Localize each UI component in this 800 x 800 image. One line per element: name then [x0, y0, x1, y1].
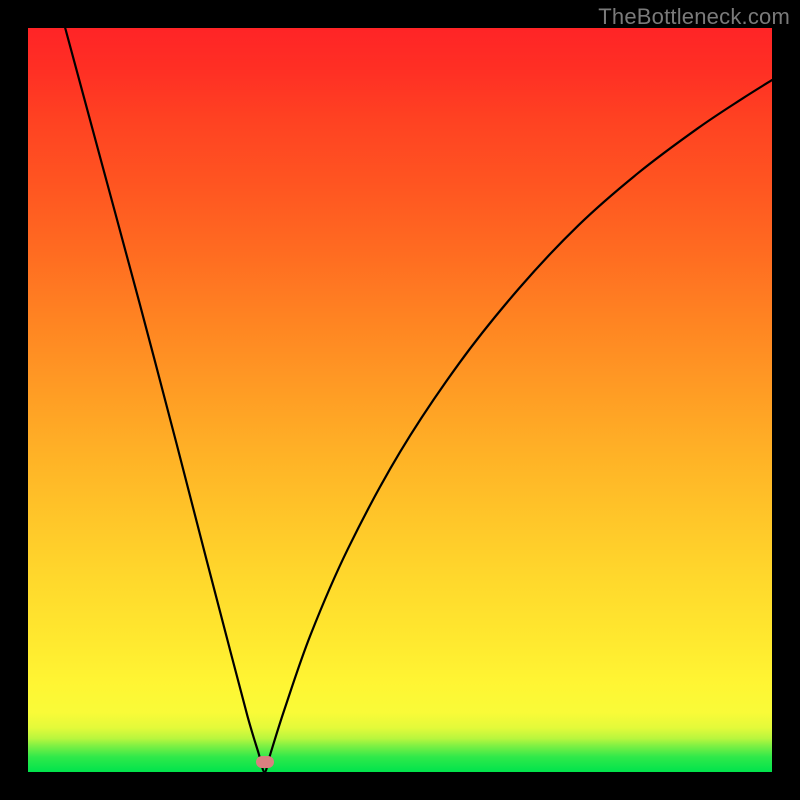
- watermark-text: TheBottleneck.com: [598, 4, 790, 30]
- bottleneck-curve: [28, 28, 772, 772]
- chart-frame: TheBottleneck.com: [0, 0, 800, 800]
- optimum-marker: [256, 756, 274, 768]
- plot-area: [28, 28, 772, 772]
